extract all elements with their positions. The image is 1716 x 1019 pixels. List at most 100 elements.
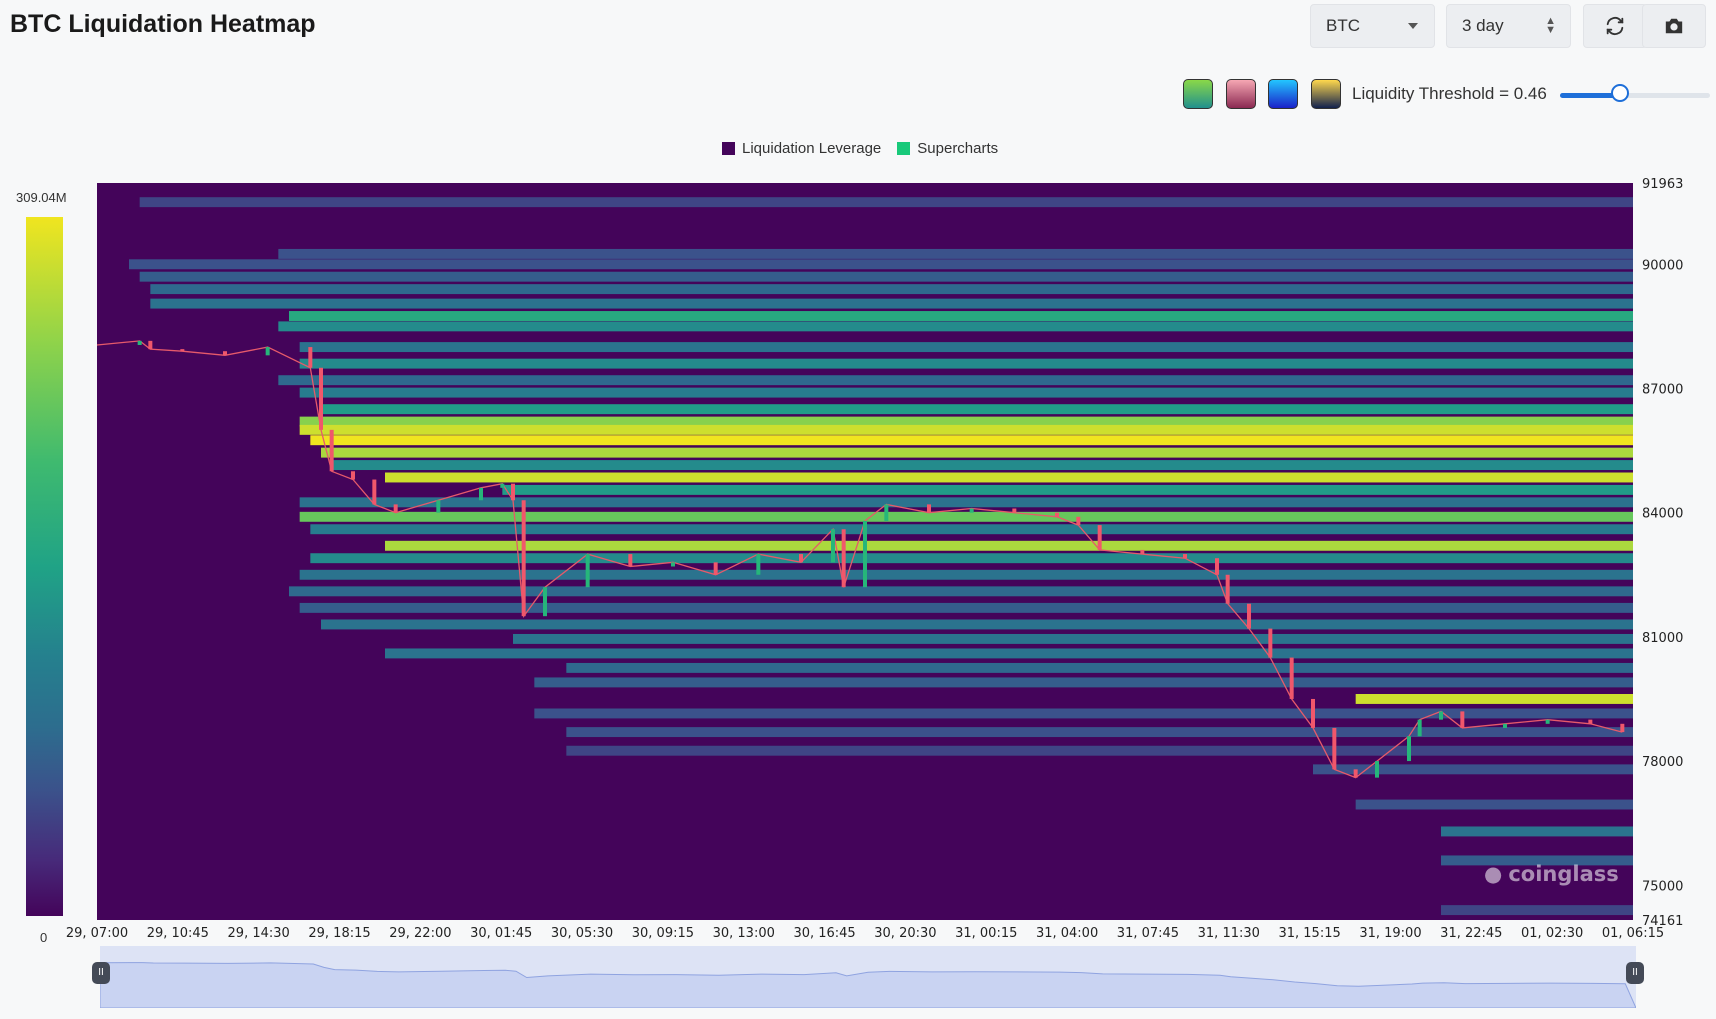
price-candle: [479, 487, 483, 501]
x-tick-label: 31, 07:45: [1117, 926, 1179, 941]
liquidity-band: [299, 358, 1634, 369]
price-candle: [521, 500, 526, 617]
coinglass-logo-icon: ●: [1484, 862, 1503, 886]
price-candle: [148, 340, 153, 350]
price-candle: [1545, 719, 1550, 724]
liquidity-band: [278, 375, 1633, 386]
price-candle: [393, 504, 398, 513]
liquidity-band: [129, 259, 1633, 270]
price-candle: [1225, 574, 1230, 604]
price-candle: [884, 504, 889, 521]
price-candle: [927, 504, 931, 513]
navigator-area: [99, 962, 1637, 1009]
liquidity-band: [1355, 799, 1633, 810]
x-tick-label: 01, 02:30: [1521, 926, 1583, 941]
price-candle: [1140, 549, 1145, 555]
x-tick-label: 29, 18:15: [308, 926, 370, 941]
liquidity-band: [566, 745, 1634, 756]
price-candle: [713, 562, 718, 575]
y-tick-label: 90000: [1642, 258, 1683, 273]
price-candle: [319, 367, 323, 430]
navigator-series: [99, 962, 1637, 1009]
y-tick-label: 91963: [1642, 177, 1683, 192]
watermark-text: coinglass: [1508, 862, 1619, 886]
price-candle: [372, 479, 377, 505]
x-tick-label: 29, 10:45: [147, 926, 209, 941]
price-candle: [1055, 512, 1059, 517]
liquidity-band: [1441, 826, 1633, 837]
x-tick-label: 30, 05:30: [551, 926, 613, 941]
liquidity-band: [289, 586, 1633, 597]
x-tick-label: 01, 06:15: [1602, 926, 1664, 941]
liquidity-band: [566, 662, 1634, 673]
price-candle: [1289, 657, 1294, 699]
liquidity-band: [385, 472, 1633, 483]
price-candle: [863, 520, 867, 588]
price-candle: [1439, 711, 1443, 720]
price-candle: [969, 508, 974, 513]
x-tick-label: 29, 07:00: [66, 926, 128, 941]
liquidity-band: [139, 197, 1634, 208]
price-candle: [1097, 525, 1102, 550]
price-candle: [137, 340, 142, 345]
liquidity-band: [1441, 905, 1633, 916]
x-tick-label: 31, 00:15: [955, 926, 1017, 941]
y-tick-label: 78000: [1642, 755, 1683, 770]
price-candle: [1076, 516, 1081, 526]
price-candle: [1460, 711, 1465, 728]
price-candle: [628, 554, 633, 567]
liquidity-band: [278, 248, 1633, 259]
liquidity-band: [321, 619, 1633, 630]
navigator-handle-right[interactable]: II: [1626, 962, 1644, 984]
liquidity-band: [534, 677, 1634, 688]
liquidity-band: [299, 387, 1634, 398]
price-candle: [351, 471, 355, 480]
price-candle: [1588, 719, 1593, 724]
x-tick-label: 31, 19:00: [1359, 926, 1421, 941]
liquidity-band: [1355, 693, 1633, 704]
liquidity-band: [299, 602, 1634, 613]
x-tick-label: 29, 14:30: [228, 926, 290, 941]
price-candle: [1268, 628, 1273, 658]
y-tick-label: 87000: [1642, 382, 1683, 397]
price-candle: [756, 554, 761, 575]
liquidity-band: [310, 553, 1633, 564]
price-candle: [223, 351, 227, 356]
liquidity-band: [299, 342, 1634, 353]
price-candle: [1417, 719, 1422, 737]
navigator-handle-left[interactable]: II: [92, 962, 110, 984]
price-candle: [1407, 736, 1411, 762]
liquidity-band: [299, 497, 1634, 508]
price-candle: [1503, 723, 1507, 728]
price-candle: [511, 483, 515, 501]
liquidity-band: [534, 708, 1634, 719]
heatmap-chart[interactable]: 9196390000870008400081000780007500074161…: [0, 0, 1716, 1019]
price-candle: [436, 500, 441, 513]
x-tick-label: 29, 22:00: [389, 926, 451, 941]
price-candle: [1012, 508, 1017, 513]
liquidity-band: [513, 633, 1633, 644]
price-candle: [1353, 769, 1358, 778]
x-tick-label: 31, 04:00: [1036, 926, 1098, 941]
price-candle: [1215, 558, 1219, 575]
y-tick-label: 75000: [1642, 879, 1683, 894]
price-candle: [585, 554, 590, 588]
price-candle: [1183, 554, 1187, 559]
liquidity-band: [321, 447, 1633, 458]
price-candle: [831, 529, 835, 563]
price-candle: [308, 347, 313, 368]
price-candle: [500, 483, 505, 488]
liquidity-band: [310, 524, 1633, 535]
x-tick-label: 30, 16:45: [793, 926, 855, 941]
liquidity-band: [321, 404, 1633, 415]
price-candle: [1332, 727, 1337, 770]
liquidity-band: [289, 311, 1633, 321]
liquidity-band: [502, 484, 1633, 495]
x-tick-label: 30, 01:45: [470, 926, 532, 941]
liquidity-band: [385, 648, 1633, 659]
liquidity-band: [299, 424, 1634, 435]
price-candle: [1247, 603, 1251, 629]
time-navigator[interactable]: [99, 946, 1637, 1009]
liquidity-band: [299, 511, 1634, 522]
price-candle: [1311, 698, 1315, 728]
